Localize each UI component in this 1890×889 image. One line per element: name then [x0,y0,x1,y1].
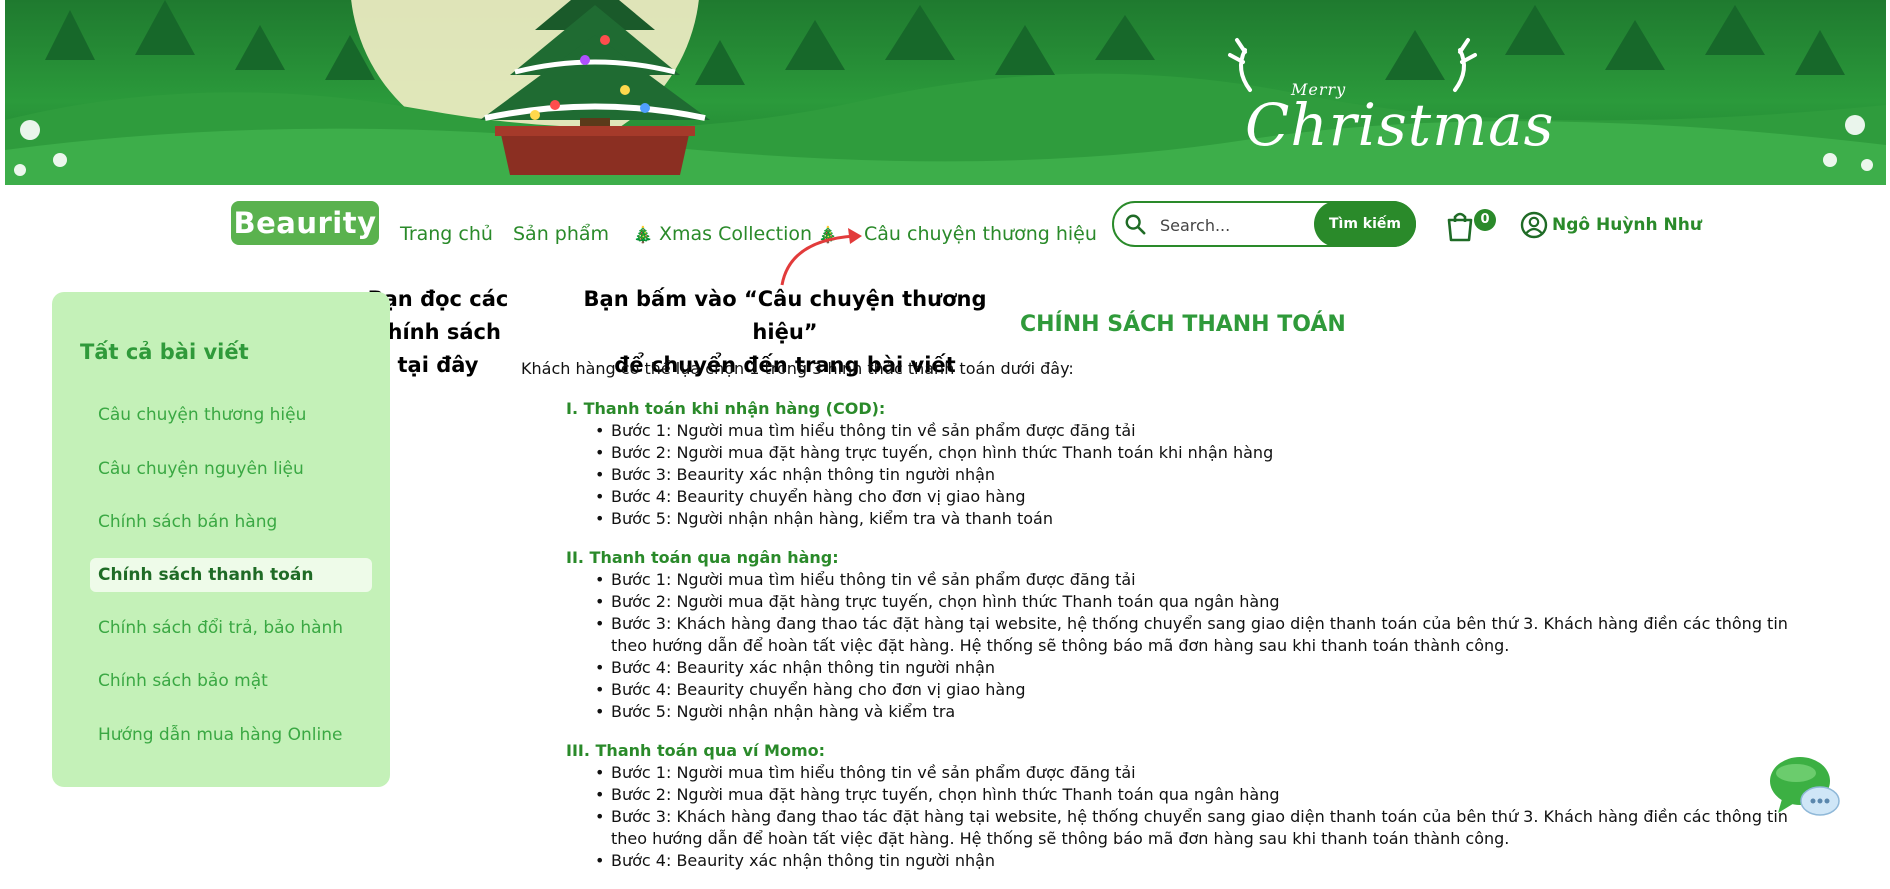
list-item: Bước 3: Beaurity xác nhận thông tin ngườ… [595,464,1821,486]
main-navbar: Beaurity Trang chủ Sản phẩm 🎄 Xmas Colle… [0,185,1890,265]
nav-link-home[interactable]: Trang chủ [400,223,493,245]
list-item: Bước 4: Beaurity chuyển hàng cho đơn vị … [595,486,1821,508]
list-item: Bước 5: Người nhận nhận hàng và kiểm tra [595,701,1821,723]
list-item: Bước 2: Người mua đặt hàng trực tuyến, c… [595,784,1821,806]
sidebar-item-online-shopping-guide[interactable]: Hướng dẫn mua hàng Online [90,718,372,752]
user-name: Ngô Huỳnh Như [1552,215,1702,235]
nav-link-xmas-collection[interactable]: 🎄 Xmas Collection 🎄 [633,223,838,245]
step-list-cod: Bước 1: Người mua tìm hiểu thông tin về … [521,420,1821,530]
sidebar-title: Tất cả bài viết [80,340,249,364]
section-heading-momo: III. Thanh toán qua ví Momo: [566,741,826,760]
sidebar-item-brand-story[interactable]: Câu chuyện thương hiệu [90,398,372,432]
step-list-momo: Bước 1: Người mua tìm hiểu thông tin về … [521,762,1821,872]
list-item: Bước 1: Người mua tìm hiểu thông tin về … [595,420,1821,442]
sidebar-item-return-warranty-policy[interactable]: Chính sách đổi trả, bảo hành [90,611,372,645]
article-body: Khách hàng có thể lựa chọn 1 trong 3 hìn… [521,358,1821,889]
cart-count-badge: 0 [1474,209,1496,231]
christmas-text: Christmas [1245,91,1555,159]
list-item: Bước 4: Beaurity chuyển hàng cho đơn vị … [595,679,1821,701]
shopping-bag-icon[interactable] [1443,209,1477,243]
article-intro: Khách hàng có thể lựa chọn 1 trong 3 hìn… [521,359,1074,378]
nav-link-products[interactable]: Sản phẩm [513,223,609,245]
banner-scenery [5,0,1886,185]
user-icon [1520,211,1548,239]
step-list-bank: Bước 1: Người mua tìm hiểu thông tin về … [521,569,1821,723]
brand-logo[interactable]: Beaurity [231,201,379,245]
list-item: Bước 4: Beaurity xác nhận thông tin ngườ… [595,657,1821,679]
search-icon [1125,214,1146,235]
sidebar-item-privacy-policy[interactable]: Chính sách bảo mật [90,664,372,698]
list-item: Bước 4: Beaurity xác nhận thông tin ngườ… [595,850,1821,872]
user-account[interactable]: Ngô Huỳnh Như [1520,211,1702,241]
tree-icon: 🎄 [633,225,653,244]
list-item: Bước 3: Khách hàng đang thao tác đặt hàn… [595,806,1821,850]
list-item: Bước 2: Người mua đặt hàng trực tuyến, c… [595,442,1821,464]
sidebar-item-payment-policy[interactable]: Chính sách thanh toán [90,558,372,592]
tree-icon: 🎄 [818,225,839,244]
christmas-banner: Merry Christmas [5,0,1886,185]
section-heading-cod: I. Thanh toán khi nhận hàng (COD): [566,399,886,418]
merry-christmas-lettering: Merry Christmas [1233,50,1553,160]
nav-link-brand-story[interactable]: Câu chuyện thương hiệu [864,223,1097,245]
list-item: Bước 3: Khách hàng đang thao tác đặt hàn… [595,613,1821,657]
annotation-line: Bạn bấm vào “Câu chuyện thương hiệu” [583,287,987,344]
list-item: Bước 1: Người mua tìm hiểu thông tin về … [595,569,1821,591]
list-item: Bước 1: Người mua tìm hiểu thông tin về … [595,762,1821,784]
section-heading-bank: II. Thanh toán qua ngân hàng: [566,548,839,567]
search-input[interactable] [1158,211,1312,239]
page-title: CHÍNH SÁCH THANH TOÁN [1020,312,1346,337]
list-item: Bước 2: Người mua đặt hàng trực tuyến, c… [595,591,1821,613]
articles-sidebar: Tất cả bài viết Câu chuyện thương hiệu C… [52,292,390,787]
sidebar-item-sales-policy[interactable]: Chính sách bán hàng [90,505,372,539]
sidebar-item-ingredient-story[interactable]: Câu chuyện nguyên liệu [90,452,372,486]
nav-link-xmas-label: Xmas Collection [658,223,813,245]
search-button[interactable]: Tìm kiếm [1314,201,1416,247]
search-bar: Tìm kiếm [1112,201,1416,247]
chat-icon[interactable] [1770,755,1840,817]
list-item: Bước 5: Người nhận nhận hàng, kiểm tra v… [595,508,1821,530]
